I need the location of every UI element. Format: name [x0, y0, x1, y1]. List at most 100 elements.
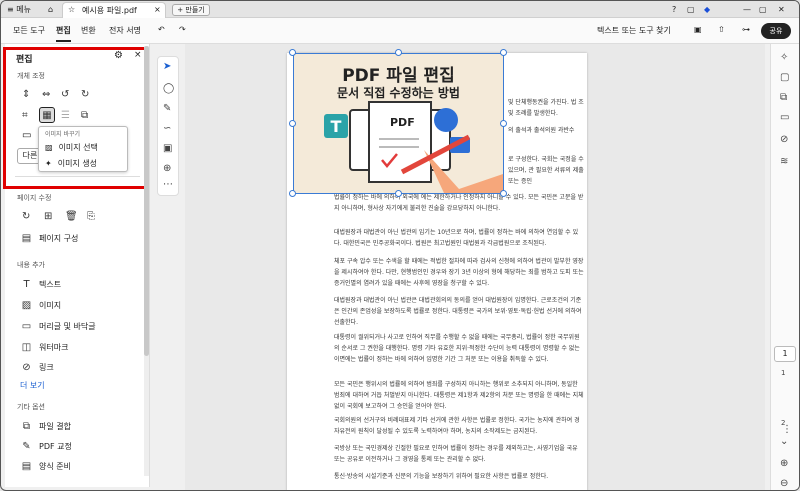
extract-page-icon[interactable]: ⎘	[87, 211, 95, 222]
stamp-icon[interactable]: ⊕	[163, 163, 171, 174]
insert-page-icon[interactable]: ⊞	[44, 211, 52, 222]
resize-handle-bottom-right[interactable]	[500, 190, 507, 197]
select-tool-icon[interactable]: ➤	[163, 61, 171, 72]
link-icon[interactable]: ⊶	[742, 25, 750, 34]
comment-icon[interactable]: ◯	[163, 83, 174, 94]
menu-all-tools[interactable]: 모든 도구	[13, 25, 45, 36]
home-icon[interactable]: ⌂	[48, 3, 53, 16]
document-tab[interactable]: ☆ 예시용 파일.pdf ×	[62, 2, 166, 18]
menu-button[interactable]: ≡ 메뉴	[7, 3, 31, 16]
doc-paragraph: 국회의원의 선거구와 비례대표제 기타 선거에 관한 사항은 법률로 정한다. …	[334, 417, 580, 435]
pdf-proof-item[interactable]: ✎ PDF 교정	[21, 441, 72, 452]
close-tab-icon[interactable]: ×	[154, 5, 161, 14]
page-config-item[interactable]: ▤ 페이지 구성	[21, 233, 79, 244]
attachment-icon[interactable]: ⊘	[780, 134, 788, 145]
menu-e-sign[interactable]: 전자 서명	[109, 25, 141, 36]
minimize-icon[interactable]: —	[743, 3, 751, 16]
resize-handle-bottom[interactable]	[395, 190, 402, 197]
link-item[interactable]: ⊘ 링크	[21, 362, 53, 373]
title-bar: ≡ 메뉴 ⌂ ☆ 예시용 파일.pdf × + 만들기 ? ▢ ◆ — ▢ ✕	[1, 1, 799, 18]
layers-icon[interactable]: ≋	[780, 156, 788, 167]
watermark-item[interactable]: ◫ 워터마크	[21, 342, 69, 353]
doc-paragraph: 대법원장과 대법관이 아닌 법관은 대법관회의의 동의를 얻어 대법원장이 임명…	[334, 297, 582, 326]
tool-search[interactable]: 텍스트 또는 도구 찾기	[597, 25, 671, 36]
profile-icon[interactable]: ◆	[704, 3, 710, 16]
select-image-label: 이미지 선택	[58, 143, 98, 152]
section-content: 내용 추가	[17, 261, 45, 269]
redo-icon[interactable]: ↷	[179, 25, 186, 34]
image-small-icon[interactable]: ▭	[22, 130, 31, 141]
maximize-icon[interactable]: ▢	[759, 3, 767, 16]
replace-image-menu: 이미지 바꾸기 ▨ 이미지 선택 ✦ 이미지 생성	[38, 126, 128, 172]
resize-handle-left[interactable]	[289, 120, 296, 127]
replace-image-icon[interactable]: ▦	[39, 107, 55, 123]
share-button[interactable]: 공유	[761, 23, 791, 39]
save-icon[interactable]: ▣	[694, 25, 702, 34]
close-panel-icon[interactable]: ×	[134, 50, 142, 60]
copy-icon[interactable]: ⧉	[780, 92, 787, 103]
add-image-item[interactable]: ▨ 이미지	[21, 300, 61, 311]
combine-icon: ⧉	[22, 421, 31, 432]
panel-scrollbar[interactable]	[144, 46, 149, 476]
header-footer-icon: ▭	[21, 321, 32, 332]
ai-assistant-icon[interactable]: ✧	[780, 52, 788, 63]
page-config-label: 페이지 구성	[39, 234, 79, 243]
resize-handle-top[interactable]	[395, 49, 402, 56]
undo-icon[interactable]: ↶	[158, 25, 165, 34]
vertical-toolbar: ➤ ◯ ✎ ∽ ▣ ⊕ ⋯	[157, 56, 179, 196]
rotate-page-icon[interactable]: ↻	[22, 211, 30, 222]
panel-scroll-thumb[interactable]	[144, 46, 149, 356]
star-icon[interactable]: ☆	[68, 5, 75, 14]
comments-icon[interactable]: ▢	[780, 72, 789, 83]
generate-image-option[interactable]: ✦ 이미지 생성	[45, 158, 97, 169]
new-tab-button[interactable]: + 만들기	[172, 4, 210, 16]
edit-panel: 편집 ⚙ × 개체 조정 ⇕ ⇔ ↺ ↻ ⌗ ▦ ☰ ⧉ ▭ 다른 페이지 수정…	[5, 44, 150, 487]
rotate-left-icon[interactable]: ↺	[61, 89, 69, 100]
menu-edit[interactable]: 편집	[56, 25, 71, 42]
menu-convert[interactable]: 변환	[81, 25, 96, 36]
add-text-item[interactable]: T 텍스트	[21, 279, 61, 290]
page-number-box[interactable]: 1	[774, 346, 796, 362]
lasso-icon[interactable]: ∽	[163, 123, 171, 134]
flip-vertical-icon[interactable]: ⇕	[22, 89, 30, 100]
select-image-option[interactable]: ▨ 이미지 선택	[45, 142, 98, 153]
header-footer-label: 머리글 및 바닥글	[39, 322, 96, 331]
header-footer-item[interactable]: ▭ 머리글 및 바닥글	[21, 321, 96, 332]
combine-files-label: 파일 결합	[39, 422, 71, 431]
add-text-label: 텍스트	[39, 280, 62, 289]
section-image: 개체 조정	[17, 72, 45, 80]
add-image-label: 이미지	[39, 301, 62, 310]
divider	[15, 176, 140, 177]
duplicate-icon[interactable]: ⧉	[81, 110, 88, 121]
rotate-right-icon[interactable]: ↻	[81, 89, 89, 100]
arrange-icon[interactable]: ☰	[61, 110, 70, 121]
flip-horizontal-icon[interactable]: ⇔	[42, 89, 50, 100]
delete-page-icon[interactable]: 🗑	[65, 211, 78, 222]
more-link[interactable]: 더 보기	[20, 380, 45, 391]
help-icon[interactable]: ?	[672, 3, 676, 16]
image-selection-frame	[293, 53, 504, 194]
resize-handle-top-right[interactable]	[500, 49, 507, 56]
doc-paragraph: 의 출석과 출석의원 과반수	[508, 127, 575, 134]
resize-handle-right[interactable]	[500, 120, 507, 127]
scroll-down-icon[interactable]: ⌄	[780, 436, 788, 447]
form-prepare-item[interactable]: ▤ 양식 준비	[21, 461, 71, 472]
zoom-out-icon[interactable]: ⊖	[780, 478, 788, 489]
upload-icon[interactable]: ⇧	[718, 25, 725, 34]
doc-paragraph: 국방상 또는 국민경제상 긴절한 필요로 인하여 법률이 정하는 경우를 제외하…	[334, 445, 578, 463]
bookmark-icon[interactable]: ▭	[780, 112, 789, 123]
resize-handle-bottom-left[interactable]	[289, 190, 296, 197]
crop-icon[interactable]: ⌗	[22, 110, 28, 121]
more-tools-icon[interactable]: ⋯	[163, 179, 173, 190]
page-up-icon[interactable]: 1	[781, 369, 785, 377]
form-icon: ▤	[21, 461, 32, 472]
window-close-icon[interactable]: ✕	[778, 3, 785, 16]
zoom-in-icon[interactable]: ⊕	[780, 458, 788, 469]
text-box-icon[interactable]: ▣	[163, 143, 172, 154]
resize-handle-top-left[interactable]	[289, 49, 296, 56]
section-pages: 페이지 수정	[17, 194, 52, 202]
combine-files-item[interactable]: ⧉ 파일 결합	[21, 421, 71, 432]
pen-icon[interactable]: ✎	[163, 103, 171, 114]
notification-icon[interactable]: ▢	[687, 3, 695, 16]
gear-icon[interactable]: ⚙	[114, 50, 123, 61]
